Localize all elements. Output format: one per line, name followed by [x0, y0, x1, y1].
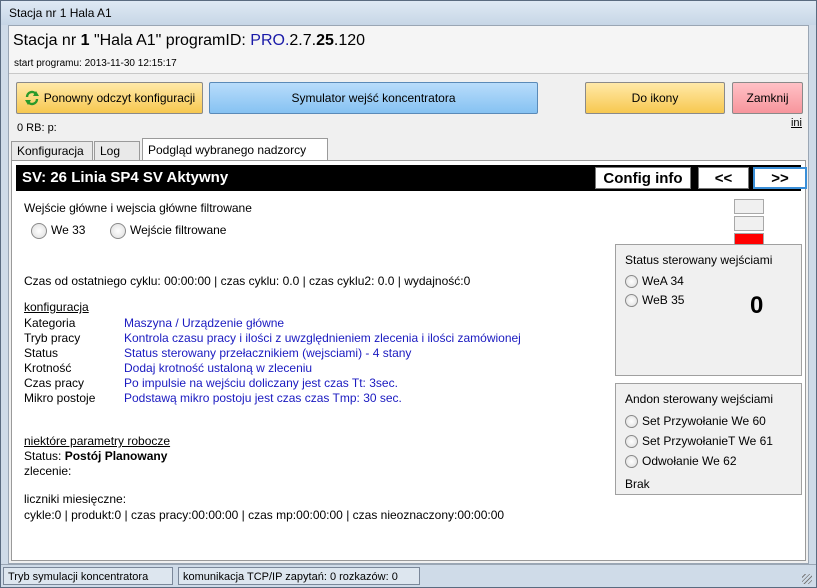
ini-link[interactable]: ini: [791, 117, 802, 129]
client-area: Stacja nr 1 "Hala A1" programID: PRO.2.7…: [8, 25, 809, 564]
config-value-status: Status sterowany przełacznikiem (wejscia…: [124, 346, 412, 360]
prev-button[interactable]: <<: [698, 167, 749, 189]
config-value-krotnosc: Dodaj krotność ustaloną w zleceniu: [124, 361, 313, 375]
simulator-button[interactable]: Symulator wejść koncentratora: [209, 82, 538, 114]
andon-group: Andon sterowany wejściami Set Przywołani…: [615, 383, 802, 495]
title-bar[interactable]: Stacja nr 1 Hala A1: [1, 1, 816, 25]
web-radio[interactable]: WeB 35: [625, 293, 685, 308]
wea-radio[interactable]: WeA 34: [625, 274, 684, 289]
config-label-czas: Czas pracy: [24, 376, 85, 390]
config-value-kategoria: Maszyna / Urządzenie główne: [124, 316, 285, 330]
status-bar: Tryb symulacji koncentratora komunikacja…: [1, 564, 816, 587]
station-title: Stacja nr 1 "Hala A1" programID: PRO.2.7…: [13, 32, 365, 50]
station-prefix: Stacja nr: [13, 32, 81, 49]
to-icon-button[interactable]: Do ikony: [585, 82, 725, 114]
config-value-mikro: Podstawą mikro postoju jest czas czas Tm…: [124, 391, 402, 405]
set1-label: Set Przywołanie We 60: [642, 414, 766, 428]
cancel-label: Odwołanie We 62: [642, 454, 737, 468]
filtered-radio-circle[interactable]: [110, 223, 126, 239]
set1-radio-circle[interactable]: [625, 415, 638, 429]
program-version-2: 25: [316, 32, 334, 49]
inputs-heading: Wejście główne i wejscia główne filtrowa…: [24, 201, 252, 215]
hall-name: "Hala A1" programID:: [89, 32, 251, 49]
status-group: Status sterowany wejściami WeA 34 WeB 35…: [615, 244, 802, 376]
config-label-mikro: Mikro postoje: [24, 391, 96, 405]
resize-grip-icon[interactable]: [802, 574, 812, 584]
tab-log[interactable]: Log: [94, 141, 140, 160]
status-tcp: komunikacja TCP/IP zapytań: 0 rozkazów: …: [178, 567, 420, 585]
indicator-2: [734, 216, 764, 231]
params-status-label: Status:: [24, 449, 65, 463]
web-radio-circle[interactable]: [625, 294, 638, 308]
wea-label: WeA 34: [642, 274, 684, 288]
config-label-tryb: Tryb pracy: [24, 331, 81, 345]
set1-radio[interactable]: Set Przywołanie We 60: [625, 414, 766, 429]
status-group-title: Status sterowany wejściami: [625, 253, 773, 267]
config-value-czas: Po impulsie na wejściu doliczany jest cz…: [124, 376, 398, 390]
params-status: Status: Postój Planowany: [24, 449, 167, 463]
filtered-label: Wejście filtrowane: [130, 223, 227, 238]
params-status-value: Postój Planowany: [64, 449, 168, 463]
tab-podglad[interactable]: Podgląd wybranego nadzorcy: [142, 138, 328, 161]
refresh-icon: [24, 90, 39, 106]
config-label-kategoria: Kategoria: [24, 316, 76, 330]
program-version-3: .120: [333, 32, 366, 49]
set2-label: Set PrzywołanieT We 61: [642, 434, 773, 448]
config-info-button[interactable]: Config info: [595, 167, 691, 189]
config-value-tryb: Kontrola czasu pracy i ilości z uwzględn…: [124, 331, 521, 345]
andon-brak: Brak: [625, 477, 650, 491]
counters-line: cykle:0 | produkt:0 | czas pracy:00:00:0…: [24, 508, 505, 522]
cycle-line: Czas od ostatniego cyklu: 00:00:00 | cza…: [24, 274, 471, 288]
config-label-status: Status: [24, 346, 59, 360]
sv-title: SV: 26 Linia SP4 SV Aktywny: [22, 169, 229, 186]
program-version-1: 2.7.: [289, 32, 317, 49]
params-heading: niektóre parametry robocze: [24, 434, 171, 448]
rb-status: 0 RB: p:: [17, 122, 57, 134]
web-label: WeB 35: [642, 293, 685, 307]
wea-radio-circle[interactable]: [625, 275, 638, 289]
we33-radio[interactable]: We 33: [31, 223, 85, 239]
indicator-1: [734, 199, 764, 214]
filtered-radio[interactable]: Wejście filtrowane: [110, 223, 226, 239]
window-title: Stacja nr 1 Hala A1: [9, 6, 112, 20]
counters-heading: liczniki miesięczne:: [24, 492, 127, 506]
program-id-prefix: PRO.: [250, 32, 290, 49]
andon-group-title: Andon sterowany wejściami: [625, 392, 774, 406]
next-button[interactable]: >>: [753, 167, 807, 189]
config-heading: konfiguracja: [24, 300, 89, 314]
reload-config-label: Ponowny odczyt konfiguracji: [43, 91, 196, 105]
close-button[interactable]: Zamknij: [732, 82, 803, 114]
station-number: 1: [80, 32, 90, 49]
set2-radio[interactable]: Set PrzywołanieT We 61: [625, 434, 773, 449]
tab-konfiguracja[interactable]: Konfiguracja: [11, 141, 93, 160]
station-header: Stacja nr 1 "Hala A1" programID: PRO.2.7…: [9, 26, 808, 74]
we33-label: We 33: [51, 223, 86, 238]
supervisor-panel: SV: 26 Linia SP4 SV Aktywny Config info …: [11, 160, 807, 561]
reload-config-button[interactable]: Ponowny odczyt konfiguracji: [16, 82, 203, 114]
set2-radio-circle[interactable]: [625, 435, 638, 449]
cancel-radio[interactable]: Odwołanie We 62: [625, 454, 737, 469]
status-mode: Tryb symulacji koncentratora: [3, 567, 173, 585]
sv-header-bar: SV: 26 Linia SP4 SV Aktywny Config info …: [16, 165, 807, 191]
status-value: 0: [750, 292, 764, 319]
main-window: Stacja nr 1 Hala A1 Stacja nr 1 "Hala A1…: [0, 0, 817, 588]
we33-radio-circle[interactable]: [31, 223, 47, 239]
params-zlecenie: zlecenie:: [24, 464, 72, 478]
config-label-krotnosc: Krotność: [24, 361, 72, 375]
cancel-radio-circle[interactable]: [625, 455, 638, 469]
start-time: start programu: 2013-11-30 12:15:17: [14, 58, 177, 69]
